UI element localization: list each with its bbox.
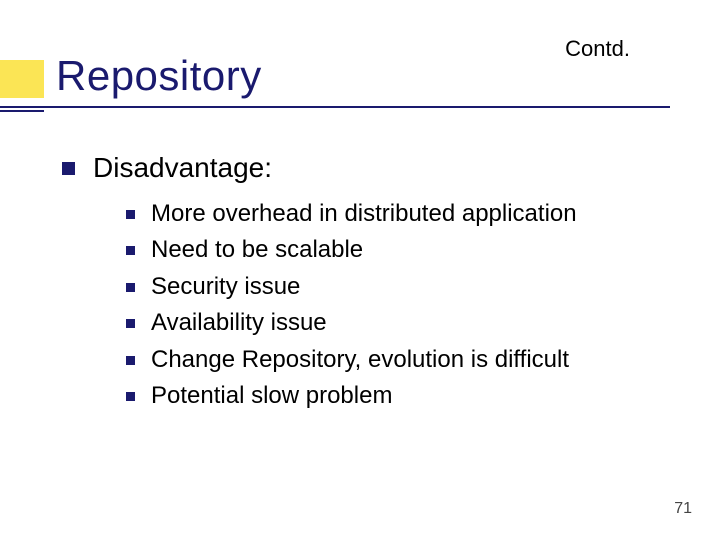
page-number: 71 [674,500,692,518]
square-bullet-icon [62,162,75,175]
section-heading-row: Disadvantage: [62,152,680,184]
list-item: Potential slow problem [126,380,680,412]
list-item-text: Potential slow problem [151,380,392,412]
bullet-list: More overhead in distributed application… [126,198,680,412]
list-item: More overhead in distributed application [126,198,680,230]
list-item: Availability issue [126,307,680,339]
list-item-text: Change Repository, evolution is difficul… [151,344,569,376]
slide-title: Repository [56,52,262,100]
list-item: Security issue [126,271,680,303]
square-bullet-icon [126,392,135,401]
contd-label: Contd. [565,36,630,62]
list-item-text: Need to be scalable [151,234,363,266]
title-rule-short [0,110,44,112]
list-item-text: Availability issue [151,307,327,339]
list-item: Change Repository, evolution is difficul… [126,344,680,376]
square-bullet-icon [126,356,135,365]
title-rule-long [0,106,670,108]
square-bullet-icon [126,319,135,328]
square-bullet-icon [126,283,135,292]
square-bullet-icon [126,210,135,219]
slide-content: Disadvantage: More overhead in distribut… [62,152,680,416]
list-item: Need to be scalable [126,234,680,266]
title-accent-box [0,60,44,98]
section-heading: Disadvantage: [93,152,272,184]
square-bullet-icon [126,246,135,255]
list-item-text: Security issue [151,271,300,303]
list-item-text: More overhead in distributed application [151,198,577,230]
